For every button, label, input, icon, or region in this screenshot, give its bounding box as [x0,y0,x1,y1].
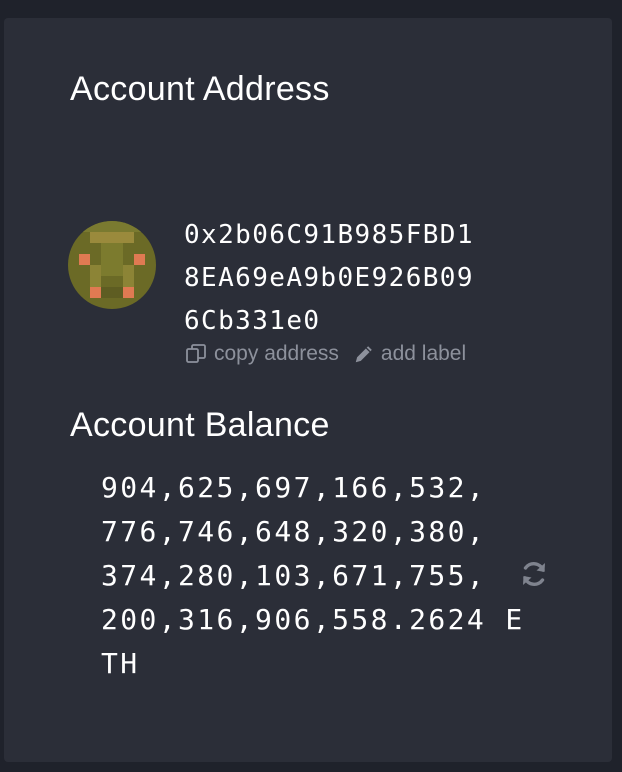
balance-line: 374,280,103,671,755, [101,559,487,592]
balance-line: 904,625,697,166,532, [101,471,487,504]
balance-line: 200,316,906,558.2624 E [101,603,525,636]
add-label-label: add label [380,342,467,365]
address-line: 8EA69eA9b0E926B09 [184,263,474,293]
add-label-button[interactable]: add label [353,342,466,366]
balance-line: 776,746,648,320,380, [101,515,487,548]
refresh-balance-button[interactable] [518,558,550,590]
account-balance-title: Account Balance [70,406,330,444]
address-line: 6Cb331e0 [184,306,321,336]
identicon-graphic [68,221,156,309]
account-address: 0x2b06C91B985FBD1 8EA69eA9b0E926B09 6Cb3… [184,214,524,343]
account-balance: 904,625,697,166,532, 776,746,648,320,380… [101,466,525,686]
copy-icon [186,344,206,363]
copy-address-label: copy address [214,342,339,365]
address-line: 0x2b06C91B985FBD1 [184,220,474,250]
identicon-avatar [68,221,156,309]
balance-line: TH [101,647,140,680]
account-address-title: Account Address [70,70,330,108]
pencil-icon [355,346,372,363]
address-actions: copy address add label [184,340,466,368]
refresh-icon [523,562,545,586]
copy-address-button[interactable]: copy address [184,342,339,366]
